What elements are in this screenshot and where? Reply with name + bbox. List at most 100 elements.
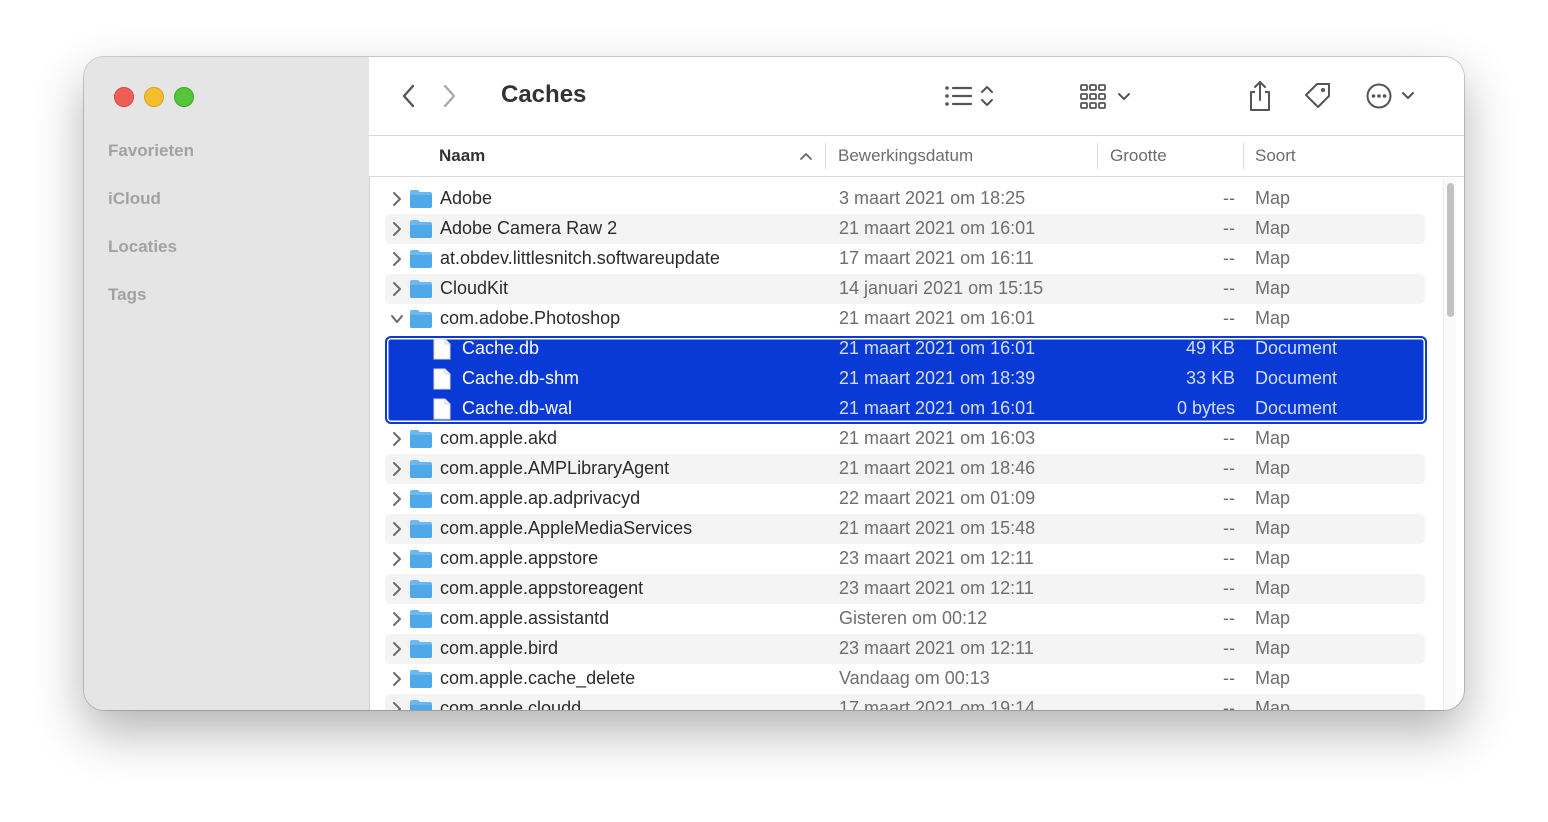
modified-date: 23 maart 2021 om 12:11 (839, 638, 1034, 658)
folder-row[interactable]: Adobe Camera Raw 2 21 maart 2021 om 16:01… (385, 214, 1425, 244)
sidebar-section-locaties[interactable]: Locaties (108, 237, 177, 257)
folder-icon (410, 190, 432, 208)
back-button[interactable] (399, 79, 419, 113)
modified-date: 22 maart 2021 om 01:09 (839, 488, 1036, 508)
share-icon (1250, 81, 1270, 111)
file-kind: Map (1255, 278, 1291, 298)
folder-icon (410, 580, 432, 598)
file-name: com.adobe.Photoshop (440, 308, 621, 328)
folder-row[interactable]: com.apple.AMPLibraryAgent 21 maart 2021 o… (385, 454, 1425, 484)
column-divider[interactable] (1243, 143, 1244, 169)
chevron-right-icon[interactable] (389, 611, 405, 627)
document-icon (433, 398, 451, 420)
chevron-right-icon[interactable] (389, 551, 405, 567)
folder-row[interactable]: at.obdev.littlesnitch.softwareupdate 17 m… (385, 244, 1425, 274)
file-size: -- (1223, 638, 1235, 658)
sidebar-section-tags[interactable]: Tags (108, 285, 146, 305)
file-row[interactable]: Cache.db-shm 21 maart 2021 om 18:39 33 KB D… (385, 364, 1425, 394)
file-size: -- (1223, 488, 1235, 508)
sidebar-section-favorieten[interactable]: Favorieten (108, 141, 194, 161)
file-name: com.apple.bird (440, 638, 559, 658)
modified-date: Gisteren om 00:12 (839, 608, 988, 628)
file-kind: Map (1255, 308, 1291, 328)
folder-row[interactable]: com.apple.appstoreagent 23 maart 2021 om … (385, 574, 1425, 604)
file-row[interactable]: Cache.db-wal 21 maart 2021 om 16:01 0 byte… (385, 394, 1425, 424)
chevron-right-icon[interactable] (389, 431, 405, 447)
file-name: Adobe (440, 188, 493, 208)
more-actions-button[interactable] (1365, 79, 1417, 113)
column-date[interactable]: Bewerkingsdatum (838, 146, 973, 166)
share-button[interactable] (1247, 79, 1273, 113)
modified-date: 21 maart 2021 om 15:48 (839, 518, 1036, 538)
folder-row[interactable]: CloudKit 14 januari 2021 om 15:15 -- Map (385, 274, 1425, 304)
column-divider[interactable] (825, 143, 826, 169)
file-name: Cache.db-shm (462, 368, 580, 388)
chevron-right-icon[interactable] (389, 521, 405, 537)
folder-row[interactable]: com.apple.cloudd 17 maart 2021 om 19:14 --… (385, 694, 1425, 710)
folder-row[interactable]: com.apple.AppleMediaServices 21 maart 202… (385, 514, 1425, 544)
file-name: com.apple.AppleMediaServices (440, 518, 693, 538)
chevron-right-icon[interactable] (389, 191, 405, 207)
tag-button[interactable] (1302, 79, 1334, 113)
file-size: -- (1223, 278, 1235, 298)
zoom-button[interactable] (174, 87, 194, 107)
modified-date: 21 maart 2021 om 18:39 (839, 368, 1036, 388)
group-icon (1080, 84, 1130, 109)
column-name[interactable]: Naam (439, 146, 485, 166)
folder-icon (410, 310, 432, 328)
folder-icon (410, 700, 432, 710)
folder-row[interactable]: com.apple.assistantd Gisteren om 00:12 -- M… (385, 604, 1425, 634)
chevron-right-icon[interactable] (389, 221, 405, 237)
chevron-right-icon[interactable] (389, 581, 405, 597)
minimize-button[interactable] (144, 87, 164, 107)
folder-row[interactable]: Adobe 3 maart 2021 om 18:25 -- Map (385, 184, 1425, 214)
file-list: Adobe 3 maart 2021 om 18:25 -- Map Adobe Cam… (369, 184, 1464, 710)
sidebar-section-icloud[interactable]: iCloud (108, 189, 161, 209)
close-button[interactable] (114, 87, 134, 107)
forward-button[interactable] (439, 79, 459, 113)
folder-row[interactable]: com.apple.akd 21 maart 2021 om 16:03 -- Map (385, 424, 1425, 454)
more-icon (1366, 83, 1414, 109)
chevron-right-icon[interactable] (389, 281, 405, 297)
file-name: com.apple.cache_delete (440, 668, 636, 688)
modified-date: 23 maart 2021 om 12:11 (839, 548, 1034, 568)
chevron-right-icon[interactable] (389, 641, 405, 657)
file-size: -- (1223, 248, 1235, 268)
file-row[interactable]: Cache.db 21 maart 2021 om 16:01 49 KB Docum… (385, 334, 1425, 364)
modified-date: 21 maart 2021 om 18:46 (839, 458, 1036, 478)
list-view-icon (945, 86, 993, 106)
chevron-right-icon[interactable] (389, 461, 405, 477)
file-kind: Map (1255, 578, 1291, 598)
file-kind: Map (1255, 638, 1291, 658)
file-size: -- (1223, 608, 1235, 628)
chevron-down-icon[interactable] (389, 311, 405, 327)
column-divider[interactable] (1097, 143, 1098, 169)
file-name: Cache.db (462, 338, 540, 358)
chevron-right-icon[interactable] (389, 251, 405, 267)
chevron-right-icon[interactable] (389, 491, 405, 507)
view-options-button[interactable] (944, 79, 1002, 113)
file-kind: Map (1255, 188, 1291, 208)
folder-row[interactable]: com.apple.bird 23 maart 2021 om 12:11 -- Ma… (385, 634, 1425, 664)
sidebar: Favorieten iCloud Locaties Tags (84, 57, 370, 710)
chevron-right-icon[interactable] (389, 701, 405, 710)
file-size: -- (1223, 578, 1235, 598)
folder-icon (410, 460, 432, 478)
scroll-thumb[interactable] (1447, 183, 1454, 317)
column-kind[interactable]: Soort (1255, 146, 1296, 166)
folder-row[interactable]: com.adobe.Photoshop 21 maart 2021 om 16:0… (385, 304, 1425, 334)
modified-date: 17 maart 2021 om 16:11 (839, 248, 1034, 268)
folder-row[interactable]: com.apple.ap.adprivacyd 22 maart 2021 om … (385, 484, 1425, 514)
file-name: com.apple.assistantd (440, 608, 610, 628)
group-button[interactable] (1079, 79, 1135, 113)
folder-row[interactable]: com.apple.appstore 23 maart 2021 om 12:11… (385, 544, 1425, 574)
file-size: -- (1223, 548, 1235, 568)
vertical-scrollbar[interactable] (1443, 179, 1456, 710)
modified-date: 21 maart 2021 om 16:01 (839, 398, 1036, 418)
chevron-right-icon[interactable] (389, 671, 405, 687)
back-icon (402, 84, 415, 108)
column-size[interactable]: Grootte (1110, 146, 1167, 166)
folder-row[interactable]: com.apple.cache_delete Vandaag om 00:13 --… (385, 664, 1425, 694)
file-size: -- (1223, 698, 1235, 710)
file-name: com.apple.AMPLibraryAgent (440, 458, 670, 478)
